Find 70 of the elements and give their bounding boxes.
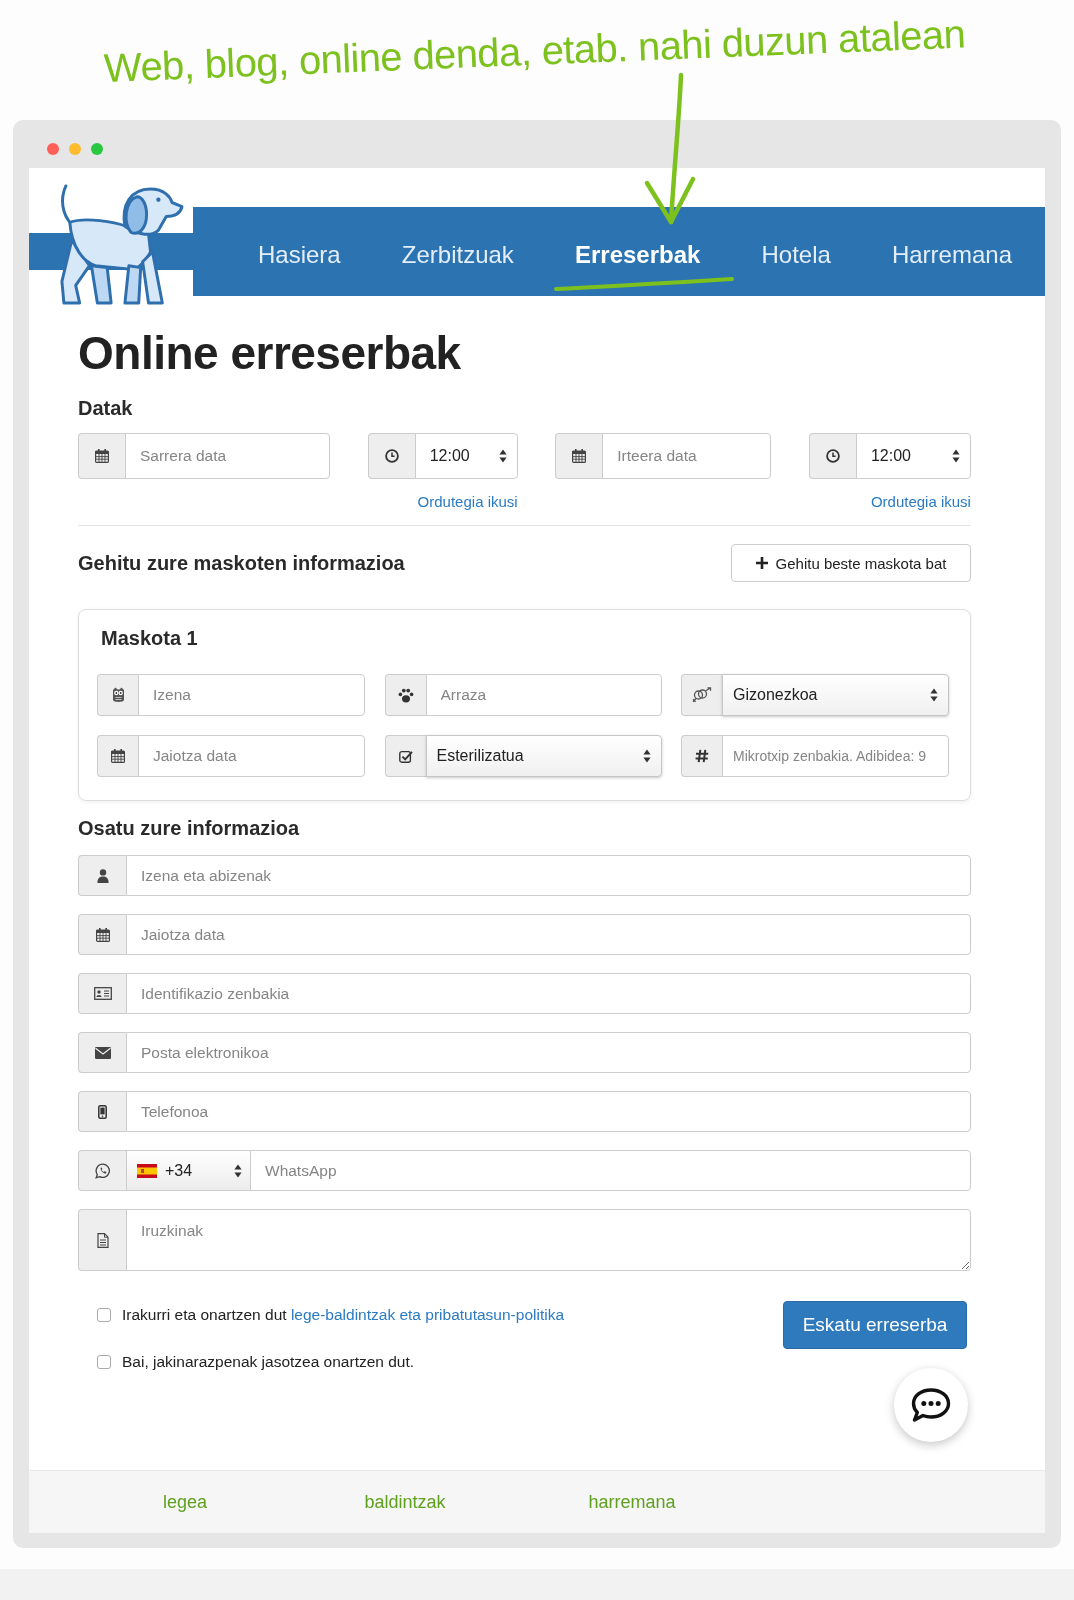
paw-icon: [384, 674, 426, 716]
calendar-icon: [555, 433, 603, 479]
clock-icon: [367, 433, 415, 479]
calendar-icon: [78, 914, 126, 955]
microchip-field[interactable]: Mikrotxip zenbakia. Adibidea: 9: [722, 735, 949, 777]
time-select[interactable]: 12:00: [855, 433, 971, 479]
minimize-dot-icon[interactable]: [69, 142, 81, 155]
whatsapp-field[interactable]: WhatsApp: [250, 1150, 971, 1191]
nav-link[interactable]: Hotela: [761, 240, 831, 269]
calendar-icon: [97, 735, 138, 777]
mobile-phone-icon: [78, 1091, 126, 1132]
chat-button[interactable]: [894, 1368, 968, 1442]
annotation-text: Web, blog, online denda, etab. nahi duzun atalean: [103, 10, 966, 92]
user-icon: [78, 855, 126, 896]
submit-button[interactable]: Eskatu erreserba: [783, 1301, 967, 1349]
footer-link[interactable]: baldintzak: [364, 1491, 446, 1513]
footer-link[interactable]: harremana: [588, 1491, 676, 1513]
schedule-link[interactable]: Ordutegia ikusi: [417, 493, 518, 511]
terms-link[interactable]: lege-baldintzak eta pribatutasun-politika: [290, 1306, 565, 1323]
chat-bubble-icon: [911, 1388, 951, 1422]
select-arrows-icon: [234, 1163, 242, 1178]
comments-field[interactable]: Iruzkinak: [126, 1209, 971, 1271]
hash-icon: [681, 735, 722, 777]
owl-icon: [97, 674, 138, 716]
checkbox[interactable]: [97, 1355, 111, 1369]
gender-symbols-icon: [681, 674, 722, 716]
nav-link[interactable]: Hasiera: [258, 240, 341, 269]
phone-field[interactable]: Telefonoa: [126, 1091, 971, 1132]
card-title: Maskota 1: [100, 626, 199, 650]
document-icon: [78, 1209, 126, 1271]
close-dot-icon[interactable]: [47, 142, 59, 155]
sterilized-select[interactable]: Esterilizatua: [425, 735, 662, 777]
footer-link[interactable]: legea: [162, 1491, 207, 1513]
checked-box-icon: [384, 735, 426, 777]
schedule-link[interactable]: Ordutegia ikusi: [870, 493, 971, 511]
checkbox[interactable]: [97, 1308, 111, 1322]
nav-link[interactable]: Erreserbak: [574, 240, 701, 269]
nav-link[interactable]: Zerbitzuak: [401, 240, 514, 269]
flag-icon: [137, 1163, 157, 1178]
time-select[interactable]: 12:00: [414, 433, 518, 479]
section-heading: Datak: [78, 396, 134, 420]
section-heading: Gehitu zure maskoten informazioa: [78, 551, 405, 575]
date-field[interactable]: Sarrera data: [125, 433, 330, 479]
consent-text: Bai, jakinarazpenak jasotzea onartzen dut.: [122, 1353, 415, 1371]
clock-icon: [808, 433, 856, 479]
consent-text: Irakurri eta onartzen dut lege-baldintzak eta pribatutasun-politika: [122, 1306, 565, 1324]
zoom-dot-icon[interactable]: [91, 142, 103, 155]
date-field[interactable]: Irteera data: [602, 433, 772, 479]
id-card-icon: [78, 973, 126, 1014]
breed-field[interactable]: Arraza: [425, 674, 662, 716]
select-arrows-icon: [930, 688, 938, 702]
birth-date-field[interactable]: Jaiotza data: [126, 914, 971, 955]
sex-select[interactable]: Gizonezkoa: [722, 674, 949, 716]
envelope-icon: [78, 1032, 126, 1073]
nav-link[interactable]: Harremana: [891, 240, 1012, 269]
name-field[interactable]: Izena: [138, 674, 365, 716]
section-heading: Osatu zure informazioa: [78, 816, 301, 840]
select-arrows-icon: [951, 449, 960, 463]
id-number-field[interactable]: Identifikazio zenbakia: [126, 973, 971, 1014]
full-name-field[interactable]: Izena eta abizenak: [126, 855, 971, 896]
calendar-icon: [78, 433, 125, 479]
add-pet-button[interactable]: Gehitu beste maskota bat: [731, 544, 971, 582]
birth-date-field[interactable]: Jaiotza data: [138, 735, 365, 777]
select-arrows-icon: [642, 749, 651, 763]
country-code-select[interactable]: +34: [126, 1150, 250, 1191]
email-field[interactable]: Posta elektronikoa: [126, 1032, 971, 1073]
page-title: Online erreserbak: [78, 330, 462, 376]
select-arrows-icon: [498, 449, 507, 463]
phone-bubble-icon: [78, 1150, 126, 1191]
plus-icon: [755, 557, 768, 569]
